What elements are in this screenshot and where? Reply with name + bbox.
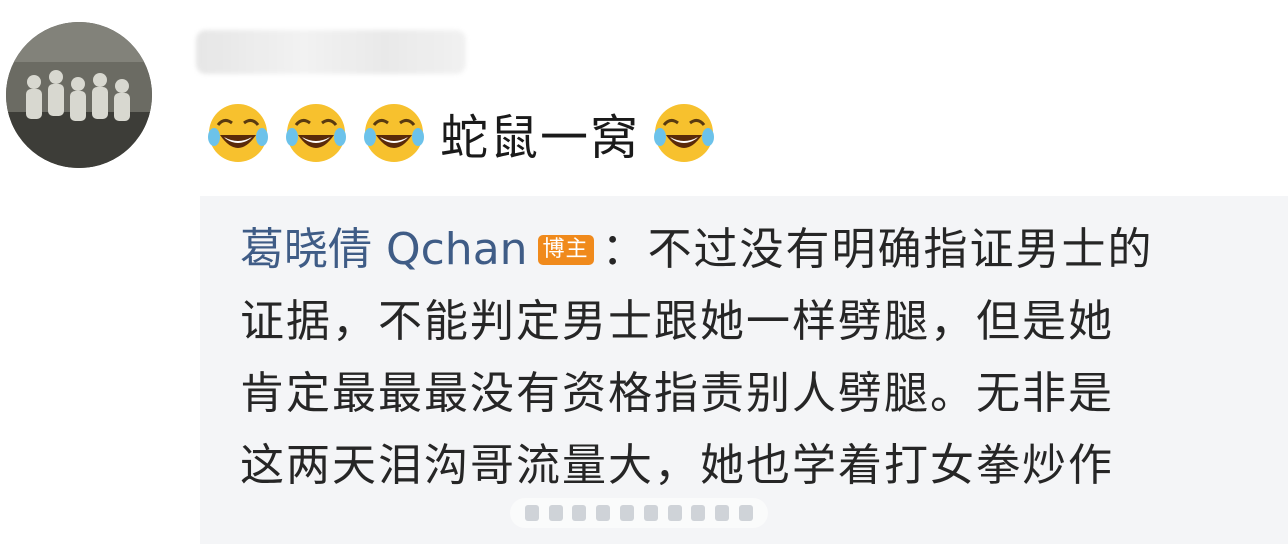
laughing-tears-icon [284,101,348,165]
laughing-tears-icon [362,101,426,165]
reply-box[interactable]: 葛晓倩 Qchan 博主 ：不过没有明确指证男士的 证据，不能判定男士跟她一样劈腿，… [200,196,1288,544]
reply-author-link[interactable]: 葛晓倩 Qchan [240,224,528,275]
reply-text-line: 证据，不能判定男士跟她一样劈腿，但是她 [240,296,1114,347]
reply-separator: ： [601,224,648,275]
comment-content: 蛇鼠一窝 [206,96,730,170]
user-avatar[interactable] [6,22,152,168]
laughing-tears-icon [652,101,716,165]
avatar-photo [6,22,152,168]
watermark-overlay [510,498,768,528]
reply-text-line: 不过没有明确指证男士的 [647,224,1154,275]
comment-text: 蛇鼠一窝 [440,110,641,166]
blurred-username[interactable] [196,30,466,74]
reply-line-1: 葛晓倩 Qchan 博主 ：不过没有明确指证男士的 [240,214,1250,286]
blogger-badge: 博主 [537,235,594,265]
reply-text-line: 肯定最最最没有资格指责别人劈腿。无非是 [240,368,1114,419]
reply-body: 葛晓倩 Qchan 博主 ：不过没有明确指证男士的 证据，不能判定男士跟她一样劈腿，… [240,214,1250,502]
reply-text-line: 这两天泪沟哥流量大，她也学着打女拳炒作 [240,440,1114,491]
laughing-tears-icon [206,101,270,165]
